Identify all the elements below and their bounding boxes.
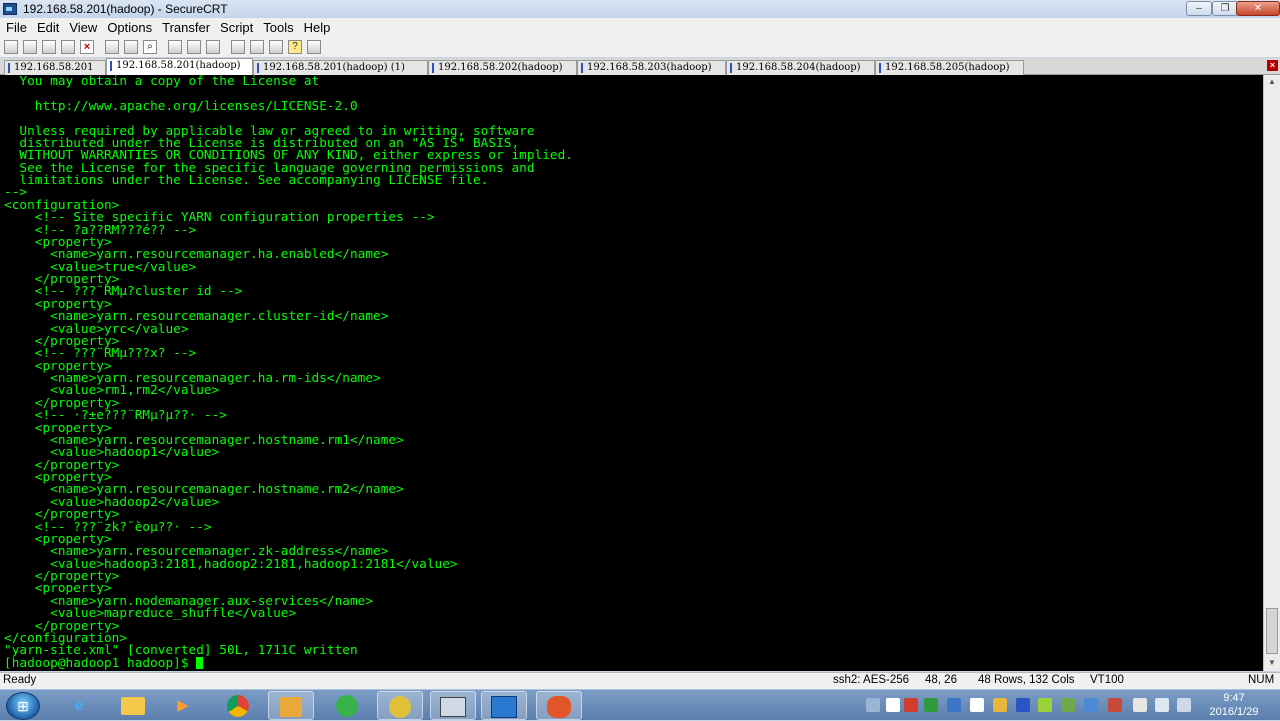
green-app-icon[interactable] (324, 691, 370, 720)
menu-options[interactable]: Options (102, 20, 157, 35)
terminal-line: You may obtain a copy of the License at (4, 75, 320, 88)
menu-script[interactable]: Script (215, 20, 258, 35)
toolbar: × ⌕ ? (0, 37, 1280, 57)
terminal-line: limitations under the License. See accom… (4, 172, 489, 187)
terminal-cursor (196, 656, 204, 669)
window-title: 192.168.58.201(hadoop) - SecureCRT (23, 2, 228, 16)
print-icon[interactable] (206, 40, 220, 54)
menu-tools[interactable]: Tools (258, 20, 298, 35)
paste-icon[interactable] (124, 40, 138, 54)
help-icon[interactable]: ? (288, 40, 302, 54)
menu-bar: File Edit View Options Transfer Script T… (0, 18, 1280, 37)
tray-shield-icon[interactable] (947, 698, 961, 712)
system-clock[interactable]: 9:47 2016/1/29 (1200, 691, 1268, 719)
terminal-line: http://www.apache.org/licenses/LICENSE-2… (4, 97, 358, 113)
global-options-icon[interactable] (250, 40, 264, 54)
key-map-icon[interactable] (269, 40, 283, 54)
tab-192-168-58-202-hadoop[interactable]: 192.168.58.202(hadoop) (428, 60, 577, 75)
tray-usb-icon[interactable] (1133, 698, 1147, 712)
terminal-output: You may obtain a copy of the License at … (4, 75, 573, 669)
title-bar: 192.168.58.201(hadoop) - SecureCRT – ❐ ✕ (0, 0, 1280, 18)
menu-view[interactable]: View (64, 20, 102, 35)
securecrt-app-icon (3, 3, 17, 15)
print-setup-icon[interactable] (187, 40, 201, 54)
terminal-scrollbar[interactable]: ▲ ▼ (1263, 75, 1280, 671)
maximize-button[interactable]: ❐ (1212, 1, 1238, 16)
tray-qq-icon[interactable] (993, 698, 1007, 712)
tray-pen-icon[interactable] (886, 698, 900, 712)
status-text: Ready (3, 674, 37, 686)
reconnect-icon[interactable] (61, 40, 75, 54)
find-icon[interactable]: ⌕ (143, 40, 157, 54)
bluetooth-icon[interactable] (1016, 698, 1030, 712)
terminal-window[interactable]: You may obtain a copy of the License at … (0, 75, 1263, 671)
terminal-size: 48 Rows, 132 Cols (978, 674, 1075, 686)
emulation-mode: VT100 (1090, 674, 1124, 686)
tray-monitor-icon[interactable] (1084, 698, 1098, 712)
editplus-icon[interactable] (377, 691, 423, 720)
tray-security-icon[interactable] (1061, 698, 1075, 712)
minimize-button[interactable]: – (1186, 1, 1212, 16)
tray-flag-icon[interactable] (1108, 698, 1122, 712)
scroll-up-icon[interactable]: ▲ (1264, 75, 1280, 89)
network-signal-icon[interactable] (1177, 698, 1191, 712)
tray-red-icon[interactable] (904, 698, 918, 712)
chrome-icon[interactable] (215, 691, 261, 720)
copy-icon[interactable] (105, 40, 119, 54)
cursor-position: 48, 26 (925, 674, 957, 686)
numlock-indicator: NUM (1248, 674, 1275, 686)
volume-icon[interactable] (1155, 698, 1169, 712)
terminal-line: [hadoop@hadoop1 hadoop]$ (4, 656, 573, 669)
scrollbar-thumb[interactable] (1266, 608, 1278, 654)
close-button[interactable]: ✕ (1236, 1, 1280, 16)
connect-icon[interactable] (4, 40, 18, 54)
connect-in-tab-icon[interactable] (42, 40, 56, 54)
tray-windows-icon[interactable] (970, 698, 984, 712)
session-tab-bar: 192.168.58.201 192.168.58.201(hadoop) 19… (0, 58, 1280, 75)
encryption-status: ssh2: AES-256 (833, 674, 910, 686)
tray-network-icon[interactable] (866, 698, 880, 712)
session-options-icon[interactable] (231, 40, 245, 54)
menu-file[interactable]: File (0, 20, 32, 35)
file-explorer-icon[interactable] (110, 691, 156, 720)
windows-start-icon[interactable]: ⊞ (6, 692, 40, 720)
tray-green-icon[interactable] (924, 698, 938, 712)
windows-taskbar: ⊞ e ▶ 9:47 2016/1/29 (0, 689, 1280, 720)
internet-explorer-icon[interactable]: e (56, 691, 102, 720)
tray-plus-icon[interactable] (1038, 698, 1052, 712)
clock-date: 2016/1/29 (1209, 706, 1259, 718)
close-tab-icon[interactable]: × (1267, 60, 1278, 71)
menu-transfer[interactable]: Transfer (157, 20, 215, 35)
media-player-icon[interactable]: ▶ (160, 691, 206, 720)
tab-192-168-58-201[interactable]: 192.168.58.201 (4, 60, 106, 75)
about-icon[interactable] (307, 40, 321, 54)
tab-192-168-58-201-hadoop[interactable]: 192.168.58.201(hadoop) (106, 58, 253, 75)
tab-192-168-58-204-hadoop[interactable]: 192.168.58.204(hadoop) (726, 60, 875, 75)
clock-time: 9:47 (1223, 692, 1245, 704)
tab-192-168-58-203-hadoop[interactable]: 192.168.58.203(hadoop) (577, 60, 726, 75)
menu-edit[interactable]: Edit (32, 20, 64, 35)
scroll-down-icon[interactable]: ▼ (1264, 656, 1280, 670)
status-bar: Ready ssh2: AES-256 48, 26 48 Rows, 132 … (0, 672, 1280, 689)
sftp-icon[interactable] (168, 40, 182, 54)
quick-connect-icon[interactable] (23, 40, 37, 54)
tab-192-168-58-205-hadoop[interactable]: 192.168.58.205(hadoop) (875, 60, 1024, 75)
network-app-icon[interactable] (268, 691, 314, 720)
disconnect-icon[interactable]: × (80, 40, 94, 54)
securecrt-taskbar-icon[interactable] (481, 691, 527, 720)
tab-192-168-58-201-hadoop-1[interactable]: 192.168.58.201(hadoop) (1) (253, 60, 428, 75)
game-app-icon[interactable] (536, 691, 582, 720)
remote-desktop-icon[interactable] (430, 691, 476, 720)
menu-help[interactable]: Help (299, 20, 336, 35)
